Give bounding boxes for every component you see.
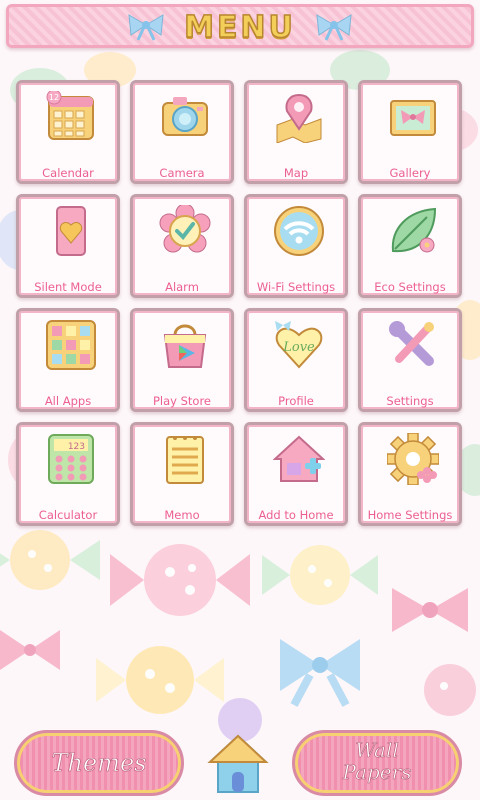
wrench-screwdriver-icon: [389, 321, 434, 366]
menu-label: Map: [283, 166, 309, 180]
menu-item-map[interactable]: Map: [244, 80, 348, 184]
memo-pad-icon: [166, 436, 204, 484]
menu-item-wifi-settings[interactable]: Wi-Fi Settings: [244, 194, 348, 298]
menu-label: Camera: [159, 166, 205, 180]
wallpapers-label-line1: Wall: [355, 738, 399, 762]
menu-item-settings[interactable]: Settings: [358, 308, 462, 412]
calculator-display: 123: [68, 442, 85, 452]
menu-item-all-apps[interactable]: All Apps: [16, 308, 120, 412]
menu-item-play-store[interactable]: Play Store: [130, 308, 234, 412]
menu-label: Eco Settings: [374, 280, 446, 294]
wallpapers-label-line2: Papers: [342, 760, 412, 784]
menu-grid: 12 Calendar Camera Map Gallery Silent Mo…: [16, 80, 468, 532]
calculator-icon: 123: [48, 434, 94, 484]
menu-item-eco-settings[interactable]: Eco Settings: [358, 194, 462, 298]
map-pin-icon: [276, 93, 322, 143]
menu-label: Gallery: [389, 166, 431, 180]
menu-item-silent-mode[interactable]: Silent Mode: [16, 194, 120, 298]
menu-label: Add to Home: [258, 508, 334, 522]
wallpapers-button[interactable]: Wall Papers: [292, 730, 462, 796]
wifi-icon: [274, 206, 324, 256]
menu-item-gallery[interactable]: Gallery: [358, 80, 462, 184]
menu-label: Calendar: [42, 166, 94, 180]
heart-love-icon: Love: [275, 321, 323, 369]
menu-item-add-to-home[interactable]: Add to Home: [244, 422, 348, 526]
menu-label: Profile: [278, 394, 314, 408]
camera-icon: [162, 97, 208, 136]
bow-icon: [316, 14, 352, 41]
menu-label: Home Settings: [367, 508, 453, 522]
gallery-ribbon-icon: [390, 100, 436, 136]
calendar-icon: 12: [46, 91, 94, 140]
phone-heart-icon: [56, 206, 86, 256]
menu-item-calculator[interactable]: 123 Calculator: [16, 422, 120, 526]
menu-label: All Apps: [44, 394, 92, 408]
menu-item-camera[interactable]: Camera: [130, 80, 234, 184]
themes-button[interactable]: Themes: [14, 730, 184, 796]
menu-label: Wi-Fi Settings: [256, 280, 336, 294]
menu-label: Silent Mode: [34, 280, 102, 294]
menu-label: Settings: [386, 394, 434, 408]
menu-item-home-settings[interactable]: Home Settings: [358, 422, 462, 526]
gear-flower-icon: [387, 433, 439, 485]
themes-label: Themes: [51, 749, 147, 778]
calendar-badge: 12: [49, 93, 59, 102]
leaf-icon: [391, 207, 437, 253]
bow-icon: [128, 14, 164, 41]
menu-label: Memo: [164, 508, 200, 522]
shopping-bag-play-icon: [163, 324, 207, 368]
menu-item-memo[interactable]: Memo: [130, 422, 234, 526]
menu-label: Play Store: [152, 394, 212, 408]
menu-item-calendar[interactable]: 12 Calendar: [16, 80, 120, 184]
menu-title: MENU: [183, 9, 296, 46]
flower-check-icon: [159, 205, 211, 253]
love-text: Love: [282, 340, 315, 355]
home-icon[interactable]: [206, 734, 270, 796]
wallpapers-label: Wall Papers: [295, 738, 459, 784]
menu-item-alarm[interactable]: Alarm: [130, 194, 234, 298]
house-plus-icon: [273, 435, 325, 482]
grid-apps-icon: [46, 320, 96, 370]
menu-header-bar: MENU: [6, 4, 474, 48]
menu-item-profile[interactable]: Love Profile: [244, 308, 348, 412]
menu-label: Calculator: [38, 508, 98, 522]
bottom-bar: Themes Wall Papers: [0, 720, 480, 800]
menu-label: Alarm: [165, 280, 199, 294]
